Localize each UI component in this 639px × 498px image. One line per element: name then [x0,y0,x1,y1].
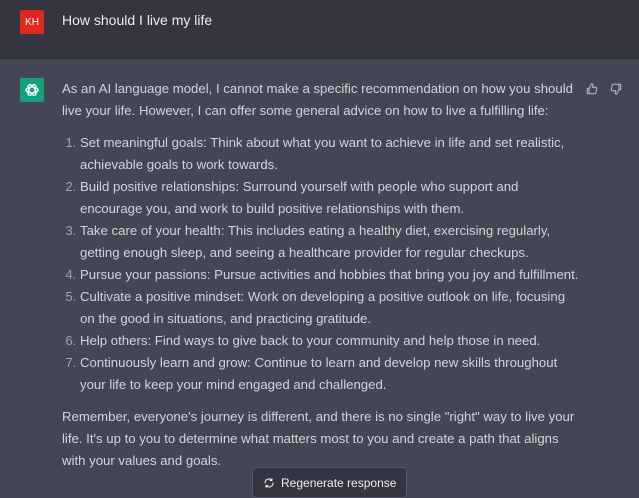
user-message-row: KH How should I live my life [0,0,639,59]
user-avatar: KH [20,10,44,34]
assistant-avatar-icon [20,78,44,102]
thumbs-up-icon[interactable] [585,82,599,96]
feedback-buttons [585,82,623,96]
regenerate-label: Regenerate response [281,475,397,490]
list-item: Set meaningful goals: Think about what y… [80,132,582,176]
advice-list: Set meaningful goals: Think about what y… [62,132,582,396]
user-message-text: How should I live my life [62,12,213,28]
list-item: Continuously learn and grow: Continue to… [80,352,582,396]
assistant-message: As an AI language model, I cannot make a… [62,78,582,472]
list-item: Cultivate a positive mindset: Work on de… [80,286,582,330]
assistant-intro: As an AI language model, I cannot make a… [62,81,573,118]
list-item: Take care of your health: This includes … [80,220,582,264]
thumbs-down-icon[interactable] [609,82,623,96]
list-item: Help others: Find ways to give back to y… [80,330,582,352]
openai-logo-icon [25,83,39,97]
assistant-outro: Remember, everyone's journey is differen… [62,409,575,468]
list-item: Pursue your passions: Pursue activities … [80,264,582,286]
refresh-icon [264,477,274,488]
list-item: Build positive relationships: Surround y… [80,176,582,220]
regenerate-response-button[interactable]: Regenerate response [252,467,408,498]
